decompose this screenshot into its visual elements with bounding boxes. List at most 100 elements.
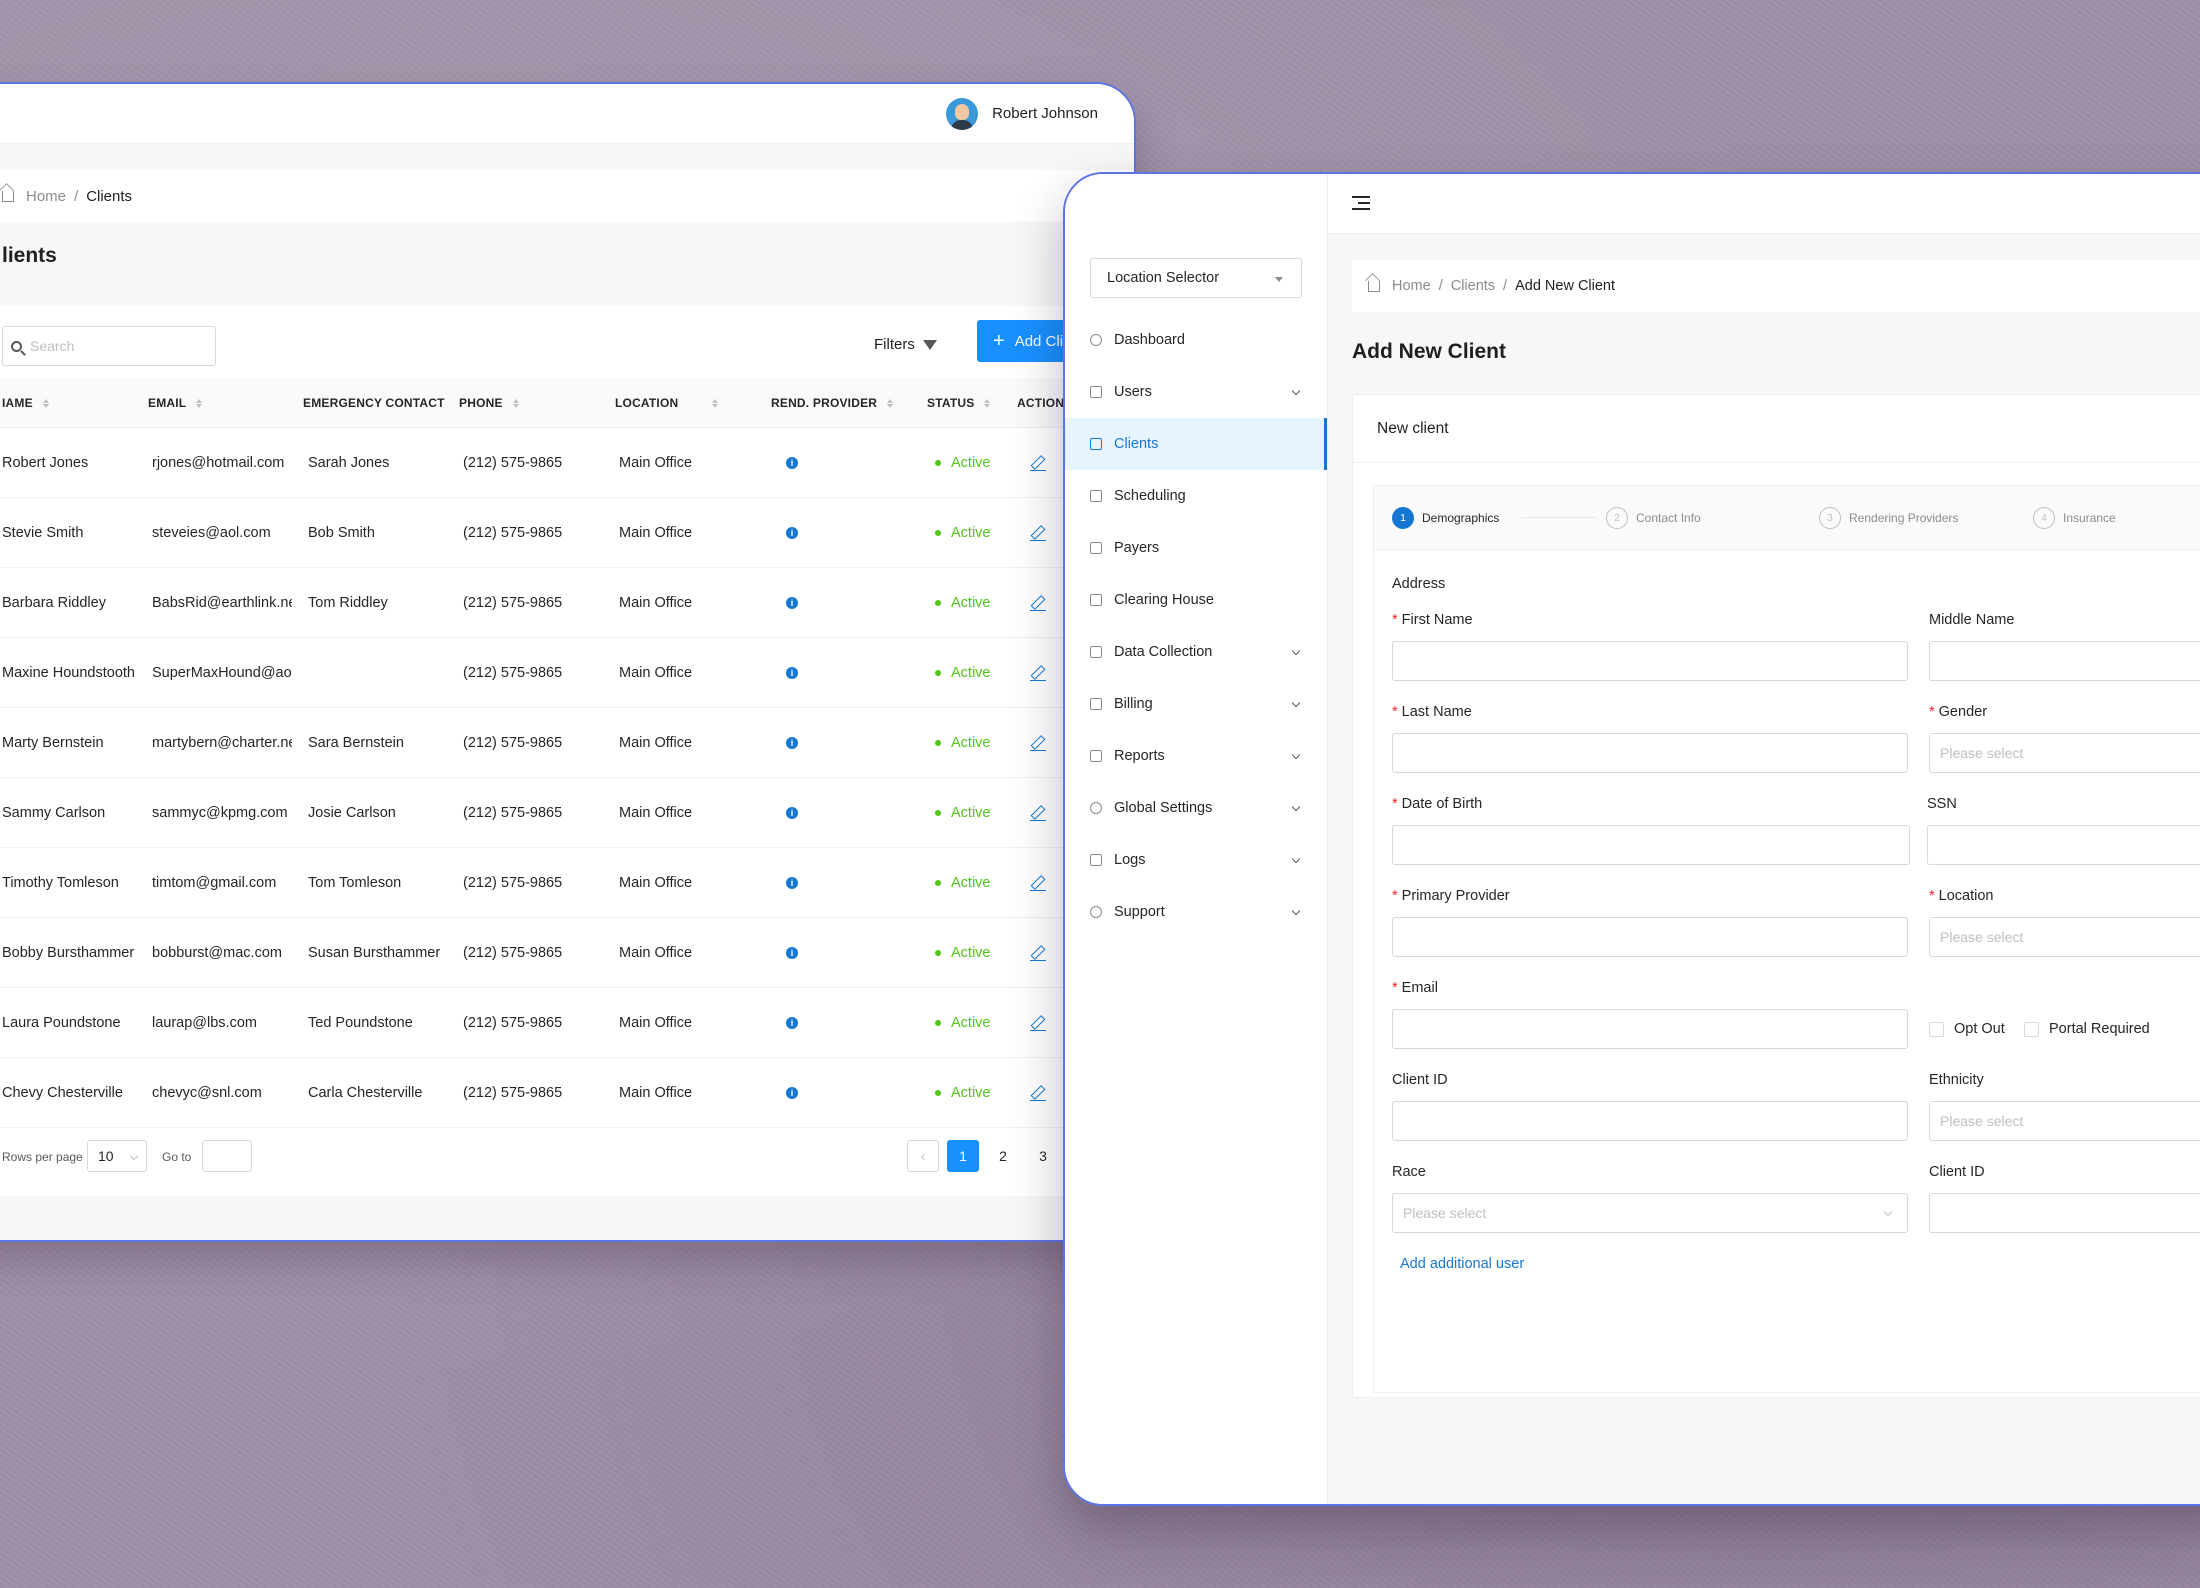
info-icon[interactable]: i — [786, 1017, 798, 1029]
chevron-down-icon[interactable] — [1291, 646, 1301, 656]
step-contact-info[interactable]: 2 Contact Info — [1606, 486, 1701, 550]
cell-phone: (212) 575-9865 — [463, 1015, 563, 1031]
sidebar-item-support[interactable]: Support — [1065, 886, 1327, 938]
page-1-button[interactable]: 1 — [947, 1140, 979, 1172]
table-row[interactable]: Timothy Tomleson timtom@gmail.com Tom Toml… — [0, 848, 1134, 918]
client-id-input[interactable] — [1392, 1101, 1908, 1141]
step-rendering-providers[interactable]: 3 Rendering Providers — [1819, 486, 1958, 550]
sort-icon[interactable] — [42, 398, 49, 408]
edit-icon[interactable] — [1030, 1085, 1046, 1101]
edit-icon[interactable] — [1030, 805, 1046, 821]
dob-input[interactable] — [1392, 825, 1910, 865]
table-row[interactable]: Chevy Chesterville chevyc@snl.com Carla Ch… — [0, 1058, 1134, 1128]
primary-provider-input[interactable] — [1392, 917, 1908, 957]
info-icon[interactable]: i — [786, 877, 798, 889]
info-icon[interactable]: i — [786, 597, 798, 609]
breadcrumb-clients[interactable]: Clients — [1451, 278, 1495, 294]
edit-icon[interactable] — [1030, 525, 1046, 541]
column-rend-provider[interactable]: REND. PROVIDER — [771, 378, 894, 428]
race-select[interactable]: Please select — [1392, 1193, 1908, 1233]
checkbox-box[interactable] — [2024, 1021, 2039, 1037]
edit-icon[interactable] — [1030, 875, 1046, 891]
table-row[interactable]: Barbara Riddley BabsRid@earthlink.ne Tom R… — [0, 568, 1134, 638]
location-selector[interactable]: Location Selector — [1090, 258, 1302, 298]
sidebar-item-clearing-house[interactable]: Clearing House — [1065, 574, 1327, 626]
chevron-down-icon[interactable] — [1291, 386, 1301, 396]
sidebar-item-global-settings[interactable]: Global Settings — [1065, 782, 1327, 834]
status-badge: Active — [951, 1085, 991, 1101]
step-insurance[interactable]: 4 Insurance — [2033, 486, 2116, 550]
info-icon[interactable]: i — [786, 527, 798, 539]
chevron-down-icon[interactable] — [1291, 698, 1301, 708]
step-demographics[interactable]: 1 Demographics — [1392, 486, 1499, 550]
chevron-down-icon[interactable] — [1291, 854, 1301, 864]
breadcrumb-home[interactable]: Home — [26, 188, 66, 205]
table-row[interactable]: Sammy Carlson sammyc@kpmg.com Josie Carlso… — [0, 778, 1134, 848]
edit-icon[interactable] — [1030, 735, 1046, 751]
sidebar-item-clients[interactable]: Clients — [1065, 418, 1327, 470]
menu-fold-icon[interactable] — [1352, 196, 1370, 210]
info-icon[interactable]: i — [786, 737, 798, 749]
column-phone[interactable]: PHONE — [459, 378, 519, 428]
first-name-input[interactable] — [1392, 641, 1908, 681]
edit-icon[interactable] — [1030, 665, 1046, 681]
goto-input[interactable] — [202, 1140, 252, 1172]
info-icon[interactable]: i — [786, 947, 798, 959]
edit-icon[interactable] — [1030, 595, 1046, 611]
filters-button[interactable]: Filters — [874, 336, 937, 353]
table-row[interactable]: Maxine Houndstooth SuperMaxHound@aol (212)… — [0, 638, 1134, 708]
gender-select[interactable]: Please select — [1929, 733, 2200, 773]
page-2-button[interactable]: 2 — [987, 1140, 1019, 1172]
portal-required-checkbox[interactable]: Portal Required — [2024, 1021, 2150, 1037]
ethnicity-select[interactable]: Please select — [1929, 1101, 2200, 1141]
sort-icon[interactable] — [984, 398, 991, 408]
table-row[interactable]: Robert Jones rjones@hotmail.com Sarah Jone… — [0, 428, 1134, 498]
middle-name-input[interactable] — [1929, 641, 2200, 681]
edit-icon[interactable] — [1030, 945, 1046, 961]
info-icon[interactable]: i — [786, 457, 798, 469]
sidebar-item-logs[interactable]: Logs — [1065, 834, 1327, 886]
chevron-down-icon[interactable] — [1291, 750, 1301, 760]
sort-icon[interactable] — [196, 398, 203, 408]
sort-icon[interactable] — [512, 398, 519, 408]
column-email[interactable]: EMAIL — [148, 378, 203, 428]
chevron-down-icon[interactable] — [1291, 906, 1301, 916]
info-icon[interactable]: i — [786, 807, 798, 819]
sort-icon[interactable] — [887, 398, 894, 408]
sort-icon[interactable] — [712, 398, 719, 408]
user-avatar[interactable] — [946, 97, 979, 130]
location-select[interactable]: Please select — [1929, 917, 2200, 957]
user-name[interactable]: Robert Johnson — [992, 105, 1098, 122]
last-name-input[interactable] — [1392, 733, 1908, 773]
sidebar-item-dashboard[interactable]: Dashboard — [1065, 314, 1327, 366]
search-input[interactable]: Search — [2, 326, 216, 366]
sidebar-item-data-collection[interactable]: Data Collection — [1065, 626, 1327, 678]
checkbox-box[interactable] — [1929, 1021, 1944, 1037]
table-row[interactable]: Stevie Smith steveies@aol.com Bob Smith (21… — [0, 498, 1134, 568]
page-3-button[interactable]: 3 — [1027, 1140, 1059, 1172]
chevron-down-icon[interactable] — [1291, 802, 1301, 812]
breadcrumb-home[interactable]: Home — [1392, 278, 1431, 294]
column-status[interactable]: STATUS — [927, 378, 991, 428]
info-icon[interactable]: i — [786, 667, 798, 679]
rows-per-page-select[interactable]: 10 — [87, 1140, 147, 1172]
sidebar-item-reports[interactable]: Reports — [1065, 730, 1327, 782]
sidebar-item-scheduling[interactable]: Scheduling — [1065, 470, 1327, 522]
edit-icon[interactable] — [1030, 1015, 1046, 1031]
sidebar-item-payers[interactable]: Payers — [1065, 522, 1327, 574]
column-name[interactable]: IAME — [2, 378, 49, 428]
ssn-input[interactable] — [1927, 825, 2200, 865]
info-icon[interactable]: i — [786, 1087, 798, 1099]
table-row[interactable]: Laura Poundstone laurap@lbs.com Ted Pounds… — [0, 988, 1134, 1058]
client-id-2-input[interactable] — [1929, 1193, 2200, 1233]
add-additional-user-link[interactable]: Add additional user — [1400, 1256, 1524, 1272]
sidebar-item-billing[interactable]: Billing — [1065, 678, 1327, 730]
table-row[interactable]: Bobby Bursthammer bobburst@mac.com Susan B… — [0, 918, 1134, 988]
opt-out-checkbox[interactable]: Opt Out — [1929, 1021, 2005, 1037]
sidebar-item-users[interactable]: Users — [1065, 366, 1327, 418]
edit-icon[interactable] — [1030, 455, 1046, 471]
table-row[interactable]: Marty Bernstein martybern@charter.ne Sara … — [0, 708, 1134, 778]
prev-page-button[interactable]: ‹ — [907, 1140, 939, 1172]
column-location[interactable]: LOCATION — [615, 378, 719, 428]
email-input[interactable] — [1392, 1009, 1908, 1049]
